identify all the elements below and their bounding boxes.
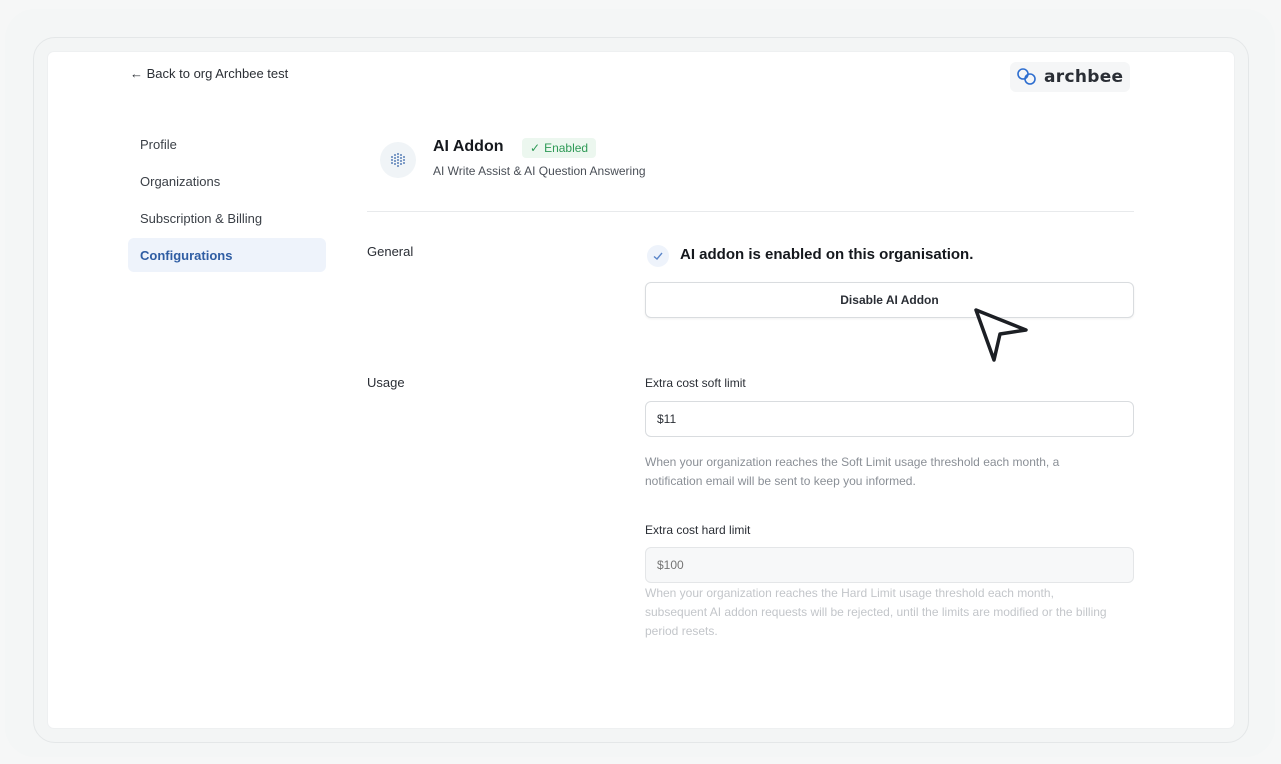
disable-ai-addon-button[interactable]: Disable AI Addon (645, 282, 1134, 318)
addon-title: AI Addon (433, 138, 504, 155)
sidebar-item-subscription-billing[interactable]: Subscription & Billing (128, 201, 326, 235)
hard-limit-help-text: When your organization reaches the Hard … (645, 586, 1107, 638)
check-icon: ✓ (530, 141, 541, 155)
sidebar-item-label: Organizations (140, 173, 221, 189)
addon-enabled-message: AI addon is enabled on this organisation… (680, 246, 974, 263)
hard-limit-input[interactable] (645, 547, 1134, 583)
sidebar-item-label: Configurations (140, 247, 233, 263)
archbee-logo-icon (1017, 68, 1036, 85)
mouse-cursor-icon (974, 308, 1028, 362)
sidebar-item-label: Profile (140, 136, 177, 152)
sidebar-item-label: Subscription & Billing (140, 210, 263, 226)
section-divider (367, 211, 1134, 212)
sidebar-item-organizations[interactable]: Organizations (128, 164, 326, 198)
status-badge: ✓ Enabled (522, 138, 597, 158)
addon-subtitle: AI Write Assist & AI Question Answering (433, 164, 646, 178)
soft-limit-help-text: When your organization reaches the Soft … (645, 455, 1060, 488)
logo-text: archbee (1044, 67, 1124, 87)
back-to-org-link[interactable]: ← Back to org Archbee test (130, 66, 288, 81)
archbee-logo: archbee (1010, 62, 1130, 92)
ai-dots-icon (380, 142, 416, 178)
status-badge-label: Enabled (544, 141, 589, 155)
general-section-label: General (367, 244, 414, 259)
hard-limit-label: Extra cost hard limit (645, 523, 751, 537)
soft-limit-input[interactable] (645, 401, 1134, 437)
soft-limit-label: Extra cost soft limit (645, 376, 746, 390)
sidebar-item-profile[interactable]: Profile (128, 127, 326, 161)
usage-section-label: Usage (367, 375, 405, 390)
sidebar-item-configurations[interactable]: Configurations (128, 238, 326, 272)
settings-sidebar: Profile Organizations Subscription & Bil… (128, 127, 326, 275)
check-icon (647, 245, 669, 267)
